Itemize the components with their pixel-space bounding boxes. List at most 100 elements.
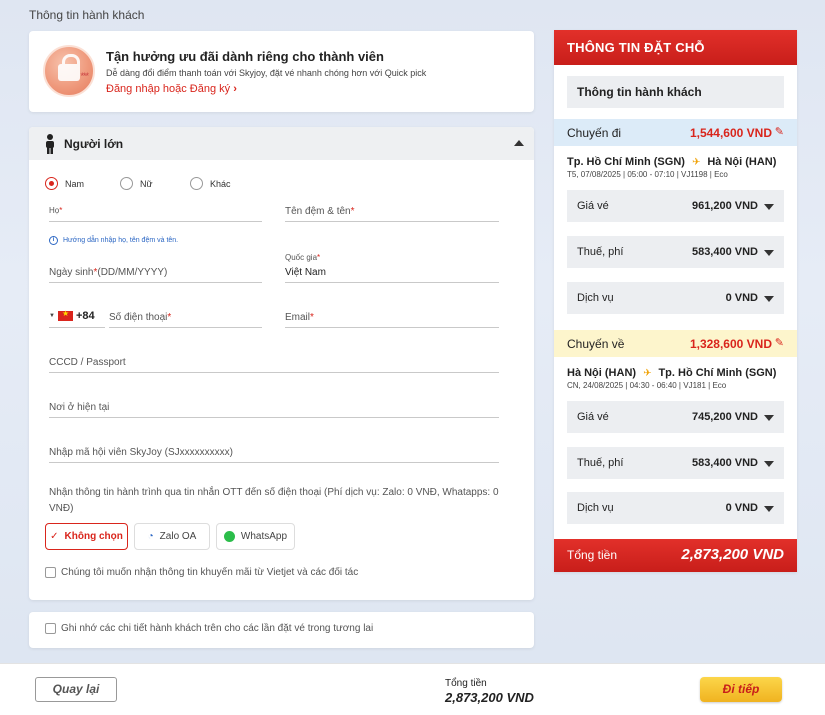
chevron-down-icon [764, 204, 774, 210]
ott-zalo-label: Zalo OA [159, 531, 197, 542]
edit-pencil-icon[interactable]: ✎ [775, 125, 784, 138]
email-label: Email* [285, 312, 314, 323]
country-field[interactable]: Quốc gia* Việt Nam [285, 253, 499, 283]
promo-subtitle: Dễ dàng đổi điểm thanh toán với Skyjoy, … [106, 68, 427, 78]
return-price: 1,328,600 VND [689, 337, 772, 351]
outbound-label: Chuyến đi [567, 126, 622, 140]
chevron-down-icon [764, 250, 774, 256]
booking-summary-panel: THÔNG TIN ĐẶT CHỖ Thông tin hành khách C… [554, 30, 797, 572]
page-heading: Thông tin hành khách [29, 8, 145, 22]
remember-details-checkbox[interactable]: Ghi nhớ các chi tiết hành khách trên cho… [45, 623, 373, 634]
radio-icon [120, 177, 133, 190]
outbound-from: Tp. Hồ Chí Minh (SGN) [567, 156, 685, 168]
ott-whatsapp-label: WhatsApp [240, 531, 288, 542]
tax-value: 583,400 VND [691, 457, 758, 469]
next-button[interactable]: Đi tiếp [700, 677, 782, 702]
booking-summary-title: THÔNG TIN ĐẶT CHỖ [554, 30, 797, 65]
adult-section-header[interactable]: Người lớn [29, 127, 534, 160]
fare-value: 745,200 VND [691, 411, 758, 423]
summary-total-label: Tổng tiền [567, 548, 618, 562]
skyjoy-member-label: Nhập mã hội viên SkyJoy (SJxxxxxxxxxx) [49, 447, 233, 458]
tax-label: Thuế, phí [577, 246, 624, 258]
fare-value: 961,200 VND [691, 200, 758, 212]
footer-total-label: Tổng tiền [445, 678, 487, 689]
ott-whatsapp-button[interactable]: WhatsApp [216, 523, 295, 550]
ott-none-button[interactable]: ✓ Không chọn [45, 523, 128, 550]
summary-passenger-info[interactable]: Thông tin hành khách [567, 76, 784, 108]
gender-radio-label: Nữ [140, 178, 153, 189]
back-button[interactable]: Quay lại [35, 677, 117, 702]
chevron-down-icon [764, 296, 774, 302]
return-tax-row[interactable]: Thuế, phí 583,400 VND [567, 447, 784, 479]
ott-zalo-button[interactable]: ◔ Zalo OA [134, 523, 210, 550]
member-promo-card: *** Tận hưởng ưu đãi dành riêng cho thàn… [29, 31, 534, 112]
fare-label: Giá vé [577, 200, 609, 212]
outbound-leg-bar: Chuyến đi 1,544,600 VND ✎ [554, 119, 797, 146]
return-from: Hà Nội (HAN) [567, 367, 637, 379]
chevron-down-icon [764, 506, 774, 512]
service-value: 0 VND [725, 502, 758, 514]
service-label: Dịch vụ [577, 292, 614, 304]
check-icon: ✓ [50, 531, 59, 542]
person-icon [46, 134, 54, 154]
login-register-link[interactable]: Đăng nhập hoặc Đăng ký › [106, 83, 237, 95]
outbound-service-row[interactable]: Dịch vụ 0 VND [567, 282, 784, 314]
return-service-row[interactable]: Dịch vụ 0 VND [567, 492, 784, 524]
fare-label: Giá vé [577, 411, 609, 423]
tax-value: 583,400 VND [691, 246, 758, 258]
zalo-icon: ◔ [147, 531, 154, 542]
dob-field[interactable]: Ngày sinh*(DD/MM/YYYY) [49, 263, 262, 283]
tax-label: Thuế, phí [577, 457, 624, 469]
first-name-field[interactable]: Tên đệm & tên* [285, 202, 499, 222]
name-hint: i Hướng dẫn nhập họ, tên đệm và tên. [49, 236, 178, 245]
bottom-action-bar: Quay lại Tổng tiền 2,873,200 VND Đi tiếp [0, 663, 825, 715]
return-fare-row[interactable]: Giá vé 745,200 VND [567, 401, 784, 433]
phone-code-underline [49, 308, 105, 328]
passenger-form-card: Người lớn Nam Nữ Khác Họ* Tên đệm & tên*… [29, 127, 534, 600]
service-value: 0 VND [725, 292, 758, 304]
ott-none-label: Không chọn [64, 531, 123, 542]
return-to: Tp. Hồ Chí Minh (SGN) [658, 367, 777, 379]
gender-radio-other[interactable]: Khác [190, 177, 231, 190]
lock-badge-icon: *** [43, 45, 95, 97]
radio-icon [190, 177, 203, 190]
ott-notice-text: Nhận thông tin hành trình qua tin nhắn O… [49, 487, 499, 514]
id-passport-label: CCCD / Passport [49, 357, 126, 368]
country-label: Quốc gia* [285, 253, 321, 262]
login-register-link-text[interactable]: Đăng nhập hoặc Đăng ký [106, 83, 230, 95]
email-field[interactable]: Email* [285, 308, 499, 328]
adult-section-title: Người lớn [64, 137, 124, 151]
chevron-down-icon [764, 461, 774, 467]
outbound-to: Hà Nội (HAN) [707, 156, 777, 168]
id-passport-field[interactable]: CCCD / Passport [49, 353, 499, 373]
outbound-tax-row[interactable]: Thuế, phí 583,400 VND [567, 236, 784, 268]
promo-consent-checkbox[interactable]: Chúng tôi muốn nhận thông tin khuyến mãi… [45, 567, 358, 578]
chevron-right-icon: › [233, 83, 237, 95]
country-value: Việt Nam [285, 267, 326, 278]
address-field[interactable]: Nơi ở hiện tại [49, 398, 499, 418]
edit-pencil-icon[interactable]: ✎ [775, 336, 784, 349]
first-name-label: Tên đệm & tên* [285, 206, 355, 217]
plane-icon: ✈ [643, 367, 652, 379]
remember-details-label: Ghi nhớ các chi tiết hành khách trên cho… [61, 623, 374, 634]
return-details: CN, 24/08/2025 | 04:30 - 06:40 | VJ181 |… [567, 381, 727, 390]
info-icon: i [49, 236, 58, 245]
skyjoy-member-field[interactable]: Nhập mã hội viên SkyJoy (SJxxxxxxxxxx) [49, 443, 499, 463]
return-route: Hà Nội (HAN) ✈ Tp. Hồ Chí Minh (SGN) [567, 367, 776, 379]
gender-radio-male[interactable]: Nam [45, 177, 84, 190]
address-label: Nơi ở hiện tại [49, 402, 110, 413]
service-label: Dịch vụ [577, 502, 614, 514]
radio-selected-icon [45, 177, 58, 190]
summary-total-bar: Tổng tiền 2,873,200 VND [554, 539, 797, 572]
whatsapp-icon [223, 531, 235, 542]
gender-radio-label: Khác [210, 178, 231, 189]
last-name-field[interactable]: Họ* [49, 202, 262, 222]
collapse-caret-icon[interactable] [514, 140, 524, 146]
chevron-down-icon [764, 415, 774, 421]
outbound-fare-row[interactable]: Giá vé 961,200 VND [567, 190, 784, 222]
phone-field[interactable]: Số điện thoại* [109, 308, 262, 328]
outbound-route: Tp. Hồ Chí Minh (SGN) ✈ Hà Nội (HAN) [567, 156, 776, 168]
gender-radio-female[interactable]: Nữ [120, 177, 153, 190]
checkbox-icon [45, 567, 56, 578]
promo-consent-label: Chúng tôi muốn nhận thông tin khuyến mãi… [61, 567, 359, 578]
